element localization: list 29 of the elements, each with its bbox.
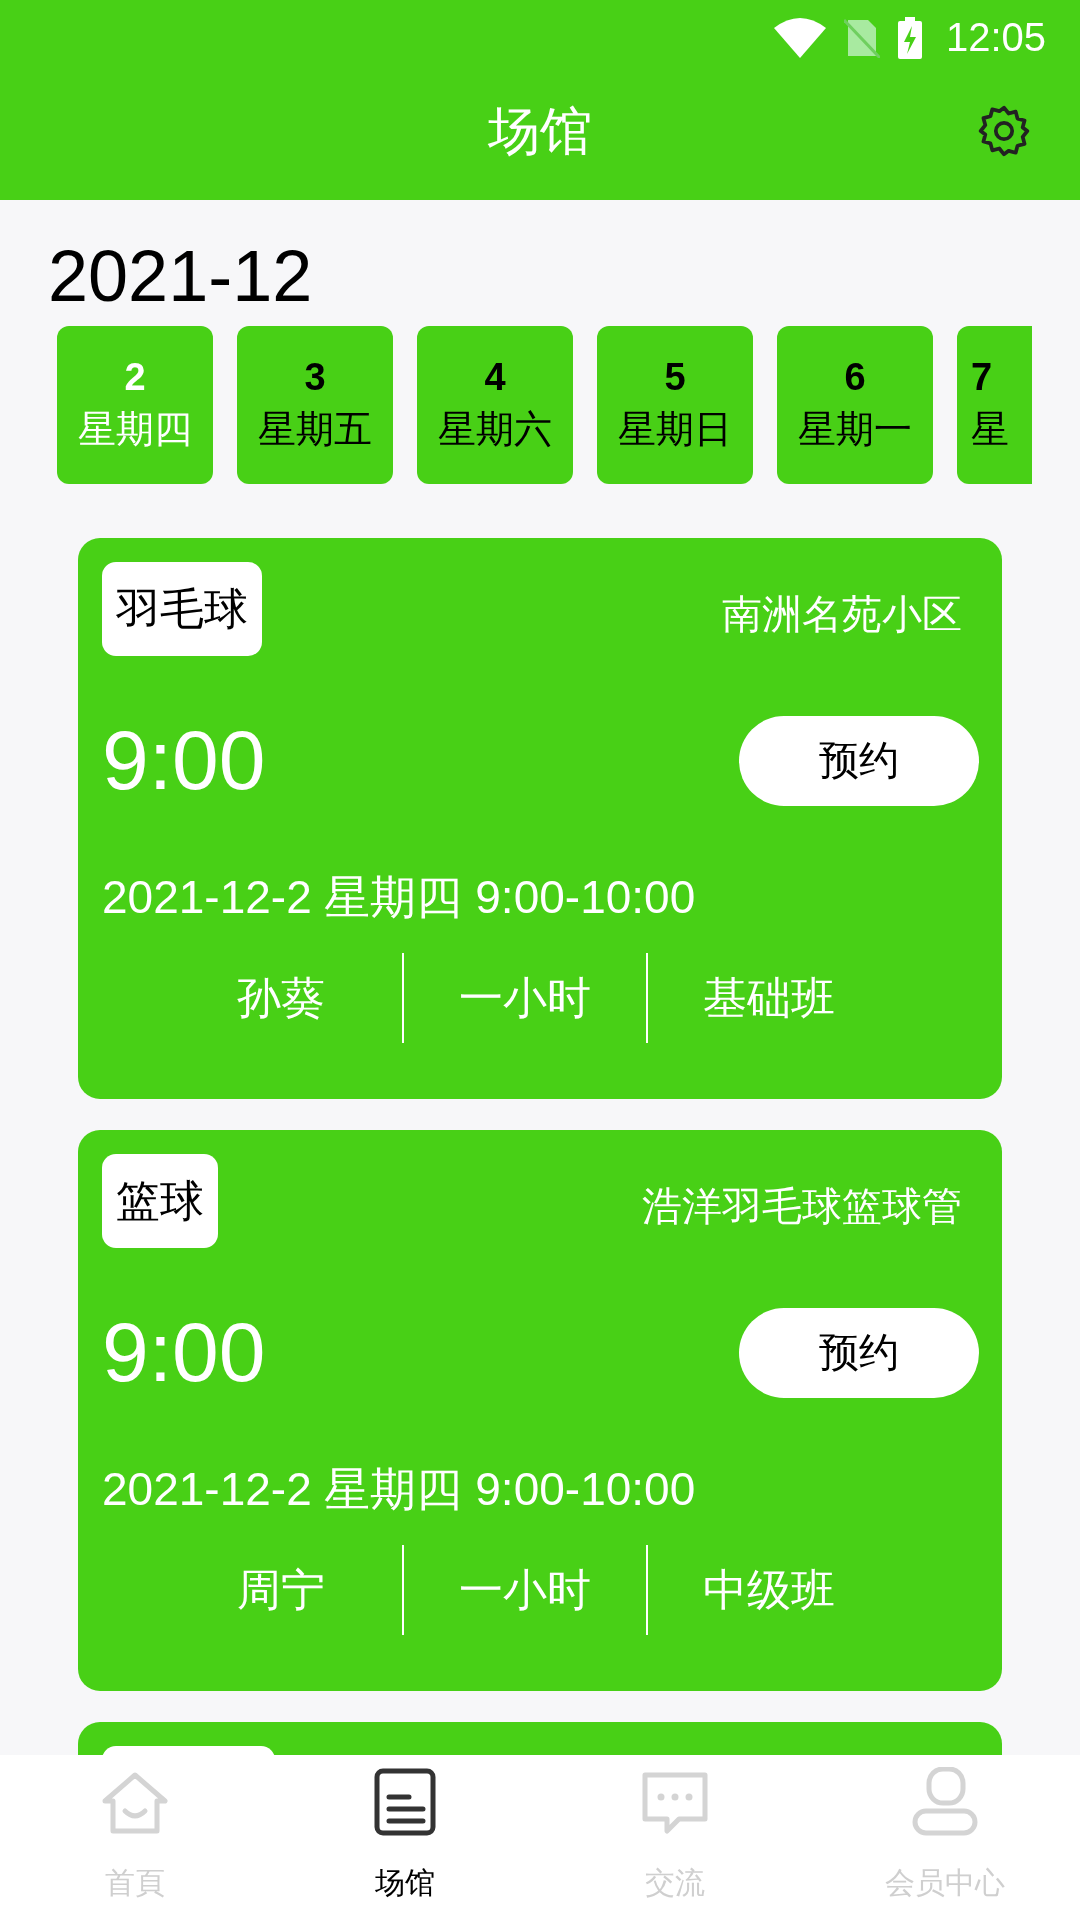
date-chip[interactable]: 6 星期一 bbox=[777, 326, 933, 484]
date-chip[interactable]: 5 星期日 bbox=[597, 326, 753, 484]
start-time: 9:00 bbox=[102, 1304, 266, 1401]
battery-icon bbox=[897, 16, 922, 59]
page-title: 场馆 bbox=[488, 99, 592, 163]
month-label: 2021-12 bbox=[48, 236, 314, 316]
schedule-text: 2021-12-2 星期四 9:00-10:00 bbox=[102, 870, 697, 925]
status-time: 12:05 bbox=[945, 15, 1046, 60]
duration-text: 一小时 bbox=[458, 970, 592, 1025]
date-chip[interactable]: 4 星期六 bbox=[417, 326, 573, 484]
nav-tab[interactable]: 场馆 bbox=[270, 1755, 540, 1920]
no-sim-icon bbox=[843, 17, 880, 58]
venue-name: 浩洋羽毛球篮球管 bbox=[642, 1181, 962, 1231]
wifi-icon bbox=[773, 17, 826, 58]
level-text: 中级班 bbox=[702, 1562, 836, 1617]
start-time: 9:00 bbox=[102, 712, 266, 809]
book-button[interactable]: 预约 bbox=[739, 715, 979, 806]
coach-name: 周宁 bbox=[236, 1562, 326, 1617]
schedule-text: 2021-12-2 星期四 9:00-10:00 bbox=[102, 1462, 697, 1517]
settings-icon[interactable] bbox=[976, 103, 1032, 159]
sport-tag: 羽毛球 bbox=[102, 562, 262, 656]
coach-name: 孙葵 bbox=[236, 970, 326, 1025]
date-chip[interactable]: 3 星期五 bbox=[237, 326, 393, 484]
sport-tag: 篮球 bbox=[102, 1154, 218, 1248]
date-chip[interactable]: 7 星 bbox=[957, 326, 1032, 484]
level-text: 基础班 bbox=[702, 970, 836, 1025]
duration-text: 一小时 bbox=[458, 1562, 592, 1617]
venue-name: 南洲名苑小区 bbox=[722, 589, 962, 639]
book-button[interactable]: 预约 bbox=[739, 1307, 979, 1398]
